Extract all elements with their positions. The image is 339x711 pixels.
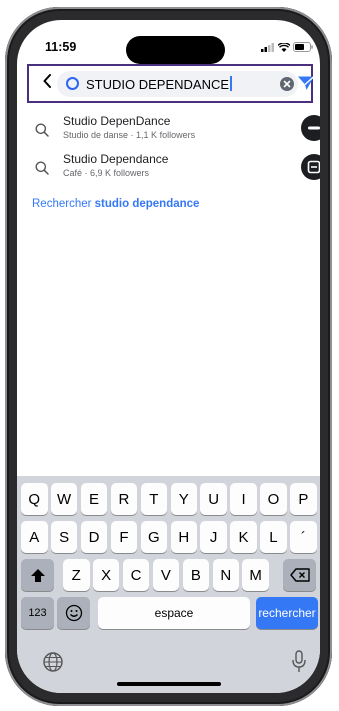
key-row1-5[interactable]: Y: [170, 483, 197, 515]
key-row1-3[interactable]: R: [110, 483, 138, 515]
key-row2-2[interactable]: D: [80, 521, 108, 553]
phone-frame: 11:59 STUDIO DEPENDANCE Studio DepenDanc…: [5, 7, 332, 706]
key-row2-0[interactable]: A: [21, 521, 48, 553]
clear-icon[interactable]: [280, 77, 294, 91]
screen: 11:59 STUDIO DEPENDANCE Studio DepenDanc…: [17, 20, 320, 693]
key-row3-0[interactable]: Z: [63, 559, 90, 591]
dynamic-island: [126, 36, 225, 64]
result-title: Studio Dependance: [63, 152, 169, 166]
status-icons: [261, 42, 313, 52]
battery-icon: [293, 42, 313, 52]
delete-key[interactable]: [283, 559, 316, 591]
emoji-key[interactable]: [57, 597, 90, 629]
avatar: [301, 154, 320, 180]
key-row3-6[interactable]: M: [242, 559, 269, 591]
home-indicator: [117, 682, 221, 686]
search-icon: [35, 123, 49, 137]
result-subtitle: Café · 6,9 K followers: [63, 168, 150, 178]
search-header: STUDIO DEPENDANCE: [27, 64, 315, 103]
microphone-icon[interactable]: [291, 650, 307, 674]
key-row1-8[interactable]: O: [260, 483, 287, 515]
send-icon[interactable]: [297, 75, 315, 91]
key-row2-8[interactable]: L: [260, 521, 287, 553]
list-item[interactable]: Studio DepenDance Studio de danse · 1,1 …: [17, 114, 320, 148]
result-subtitle: Studio de danse · 1,1 K followers: [63, 130, 196, 140]
emoji-icon: [65, 604, 82, 622]
shift-key[interactable]: [21, 559, 54, 591]
avatar: [301, 115, 320, 141]
key-row2-6[interactable]: J: [200, 521, 227, 553]
page-logo-icon: [307, 160, 320, 174]
key-row3-1[interactable]: X: [92, 559, 120, 591]
space-key[interactable]: espace: [98, 597, 250, 629]
key-row1-1[interactable]: W: [50, 483, 78, 515]
globe-icon[interactable]: [42, 651, 64, 673]
key-row1-0[interactable]: Q: [21, 483, 48, 515]
page-logo-icon: [308, 126, 320, 130]
key-row1-7[interactable]: I: [230, 483, 257, 515]
cellular-signal-icon: [261, 42, 274, 52]
search-for-link[interactable]: Rechercher studio dependance: [32, 198, 199, 210]
key-row1-9[interactable]: P: [290, 483, 317, 515]
key-row3-3[interactable]: V: [152, 559, 180, 591]
numbers-key[interactable]: 123: [21, 597, 54, 629]
search-for-term: studio dependance: [94, 198, 200, 210]
key-row2-4[interactable]: G: [140, 521, 168, 553]
search-query-text: STUDIO DEPENDANCE: [86, 77, 230, 92]
key-row3-5[interactable]: N: [212, 559, 239, 591]
search-ring-icon: [66, 77, 79, 90]
wifi-icon: [278, 42, 290, 52]
list-item[interactable]: Studio Dependance Café · 6,9 K followers: [17, 152, 320, 186]
key-row2-3[interactable]: F: [110, 521, 138, 553]
search-action-key[interactable]: rechercher: [256, 597, 318, 629]
key-row2-7[interactable]: K: [230, 521, 257, 553]
key-row2-1[interactable]: S: [50, 521, 78, 553]
search-for-prefix: Rechercher: [32, 198, 95, 210]
key-row1-4[interactable]: T: [140, 483, 168, 515]
search-input[interactable]: STUDIO DEPENDANCE: [57, 71, 298, 97]
text-caret: [230, 76, 232, 91]
key-row2-9[interactable]: ´: [290, 521, 317, 553]
key-row2-5[interactable]: H: [170, 521, 197, 553]
key-row1-2[interactable]: E: [80, 483, 108, 515]
search-icon: [35, 161, 49, 175]
key-row1-6[interactable]: U: [200, 483, 227, 515]
shift-icon: [30, 568, 45, 582]
key-row3-4[interactable]: B: [182, 559, 210, 591]
search-query[interactable]: STUDIO DEPENDANCE: [86, 76, 232, 92]
status-time: 11:59: [45, 40, 77, 54]
key-row3-2[interactable]: C: [122, 559, 150, 591]
result-title: Studio DepenDance: [63, 114, 171, 128]
keyboard: QWERTYUIOP A S D F G H J K L ´ ZXCVBNM 123: [17, 476, 320, 693]
back-chevron-icon[interactable]: [43, 74, 51, 88]
clear-x-glyph: [283, 80, 291, 88]
backspace-icon: [289, 568, 310, 582]
